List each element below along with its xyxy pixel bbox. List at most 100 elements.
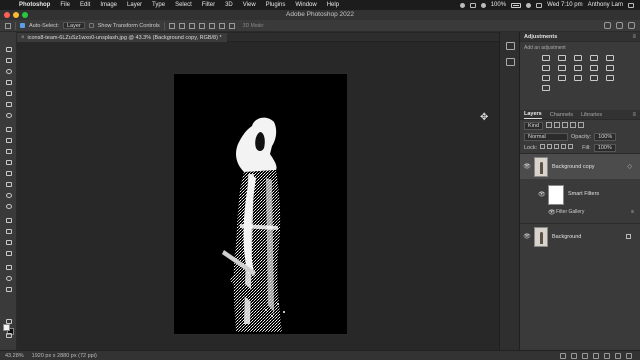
frame-tool-icon[interactable] (4, 101, 13, 108)
filter-gallery-label[interactable]: Filter Gallery (556, 209, 584, 215)
gradient-adjust-icon[interactable] (606, 55, 614, 61)
screen-mode-icon[interactable] (4, 332, 13, 339)
align-center-icon[interactable] (178, 22, 185, 29)
lock-artboard-icon[interactable] (561, 144, 567, 149)
move-tool-icon[interactable] (5, 22, 11, 29)
lasso-tool-icon[interactable] (4, 68, 13, 75)
zoom-tool-icon[interactable] (4, 275, 13, 282)
hand-tool-icon[interactable] (4, 264, 13, 271)
display-icon[interactable] (469, 2, 476, 8)
search-icon[interactable] (536, 2, 543, 8)
menubar-user[interactable]: Anthony Lam (588, 2, 623, 8)
close-tab-icon[interactable]: × (21, 35, 25, 41)
menu-type[interactable]: Type (147, 2, 170, 8)
eraser-tool-icon[interactable] (4, 170, 13, 177)
distribute-icon[interactable] (228, 22, 235, 29)
blur-tool-icon[interactable] (4, 192, 13, 199)
visibility-eye-icon[interactable]: 👁 (520, 163, 534, 170)
layer-background[interactable]: 👁 Background (520, 223, 640, 249)
fx-icon[interactable] (571, 352, 577, 359)
menu-layer[interactable]: Layer (122, 2, 147, 8)
adjustment-filter-icon[interactable] (554, 121, 561, 128)
panel-menu-icon[interactable]: ≡ (632, 112, 640, 118)
menu-file[interactable]: File (55, 2, 75, 8)
type-tool-icon[interactable] (4, 228, 13, 235)
layer-name[interactable]: Background copy (552, 164, 595, 170)
menu-edit[interactable]: Edit (75, 2, 95, 8)
adjustment-icon[interactable] (593, 352, 599, 359)
selective-color-icon[interactable] (542, 85, 550, 91)
menu-photoshop[interactable]: Photoshop (14, 2, 55, 8)
align-left-icon[interactable] (168, 22, 175, 29)
blend-mode-dropdown[interactable]: Normal (524, 132, 568, 141)
lock-position-icon[interactable] (554, 144, 560, 149)
control-center-icon[interactable] (628, 2, 634, 8)
color-balance-icon[interactable] (574, 65, 582, 71)
battery-icon[interactable] (511, 2, 522, 8)
menu-3d[interactable]: 3D (220, 2, 238, 8)
smart-filter-badge-icon[interactable]: ◇ (627, 163, 632, 170)
path-selection-tool-icon[interactable] (4, 239, 13, 246)
tab-libraries[interactable]: Libraries (581, 112, 602, 118)
brush-tool-icon[interactable] (4, 137, 13, 144)
lock-pixels-icon[interactable] (547, 144, 553, 149)
visibility-eye-icon[interactable]: 👁 (520, 233, 534, 240)
edit-toolbar-icon[interactable] (4, 286, 13, 293)
share-icon[interactable] (628, 22, 635, 29)
tab-layers[interactable]: Layers (524, 111, 542, 119)
filter-options-icon[interactable]: ≡ (631, 209, 634, 215)
marquee-tool-icon[interactable] (4, 57, 13, 64)
black-white-icon[interactable] (590, 65, 598, 71)
folder-icon[interactable] (604, 352, 610, 359)
eyedropper-tool-icon[interactable] (4, 112, 13, 119)
move-tool-icon[interactable] (4, 46, 13, 53)
search-icon[interactable] (604, 22, 611, 29)
visibility-eye-icon[interactable]: 👁 (538, 191, 546, 198)
workspace-icon[interactable] (616, 22, 623, 29)
photo-filter-icon[interactable] (606, 65, 614, 71)
exposure-icon[interactable] (590, 55, 598, 61)
lock-all-icon[interactable] (568, 144, 574, 149)
quick-select-tool-icon[interactable] (4, 79, 13, 86)
canvas-area[interactable]: ✥ (17, 42, 499, 350)
menu-select[interactable]: Select (170, 2, 197, 8)
brightness-contrast-icon[interactable] (542, 55, 550, 61)
layer-background-copy[interactable]: 👁 Background copy ◇ (520, 153, 640, 179)
lock-transparent-icon[interactable] (540, 144, 546, 149)
creative-cloud-icon[interactable] (459, 2, 465, 8)
shape-filter-icon[interactable] (570, 121, 577, 128)
visibility-eye-icon[interactable]: 👁 (548, 209, 556, 216)
fill-field[interactable]: 100% (593, 143, 616, 152)
align-middle-icon[interactable] (208, 22, 215, 29)
crop-tool-icon[interactable] (4, 90, 13, 97)
healing-brush-tool-icon[interactable] (4, 126, 13, 133)
mask-icon[interactable] (582, 352, 588, 359)
history-brush-tool-icon[interactable] (4, 159, 13, 166)
channel-mixer-icon[interactable] (542, 75, 550, 81)
menu-filter[interactable]: Filter (197, 2, 220, 8)
levels-icon[interactable] (558, 55, 566, 61)
menu-plugins[interactable]: Plugins (261, 2, 291, 8)
pixel-filter-icon[interactable] (546, 121, 553, 128)
link-icon[interactable] (560, 352, 566, 359)
align-top-icon[interactable] (198, 22, 205, 29)
rectangle-tool-icon[interactable] (4, 250, 13, 257)
menu-image[interactable]: Image (95, 2, 122, 8)
layer-name[interactable]: Background (552, 234, 581, 240)
vibrance-icon[interactable] (542, 65, 550, 71)
kind-filter-dropdown[interactable]: Kind (524, 121, 544, 130)
transform-controls-checkbox[interactable] (88, 23, 94, 28)
opacity-field[interactable]: 100% (594, 132, 617, 141)
menu-view[interactable]: View (238, 2, 261, 8)
align-right-icon[interactable] (188, 22, 195, 29)
zoom-level[interactable]: 43.28% (5, 353, 24, 359)
new-layer-icon[interactable] (615, 352, 621, 359)
threshold-icon[interactable] (606, 75, 614, 81)
auto-select-dropdown[interactable]: Layer (62, 22, 85, 29)
adjustments-title[interactable]: Adjustments (524, 34, 557, 40)
posterize-icon[interactable] (590, 75, 598, 81)
foreground-color-swatch[interactable] (3, 324, 10, 331)
smart-object-filter-icon[interactable] (578, 121, 585, 128)
wifi-icon[interactable] (526, 2, 532, 8)
clone-stamp-tool-icon[interactable] (4, 148, 13, 155)
